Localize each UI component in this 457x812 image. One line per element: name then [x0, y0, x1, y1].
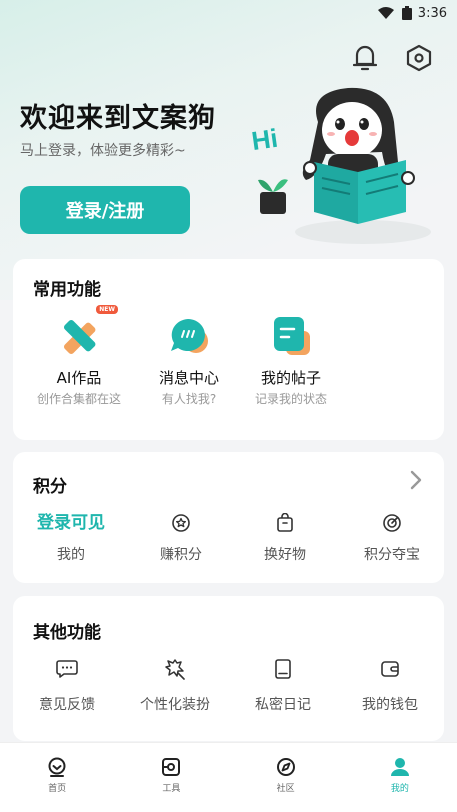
chat-bubble-icon: [168, 315, 210, 357]
nav-community[interactable]: 社区: [229, 743, 343, 812]
other-feedback[interactable]: 意见反馈: [13, 658, 121, 714]
points-label: 换好物: [264, 547, 306, 563]
points-earn[interactable]: 赚积分: [131, 512, 231, 564]
new-badge: NEW: [96, 305, 118, 314]
nav-profile[interactable]: 我的: [343, 743, 457, 812]
settings-button[interactable]: [405, 42, 433, 74]
tools-icon: [162, 758, 181, 776]
compass-icon: [276, 758, 295, 776]
chevron-right-icon[interactable]: [410, 470, 422, 490]
ruler-pencil-icon: NEW: [58, 305, 118, 357]
status-time: 3:36: [417, 5, 447, 21]
func-label: 消息中心: [158, 369, 219, 387]
star-coin-icon: [172, 514, 190, 532]
points-card: 积分 登录可见 我的 赚积分 换好物 积分夺宝: [13, 452, 444, 583]
other-functions-card: 其他功能 意见反馈 个性化装扮 私密日记 我的钱包: [13, 596, 444, 741]
nav-tools[interactable]: 工具: [114, 743, 228, 812]
points-value: 登录可见: [37, 513, 105, 533]
feedback-icon: [56, 660, 78, 678]
header-actions: [351, 42, 433, 74]
common-functions-card: 常用功能 NEW AI作品 创作合集都在这 消息中心 有人找我? 我的帖子 记录…: [13, 259, 444, 440]
other-label: 意见反馈: [39, 697, 95, 713]
points-title: 积分: [33, 477, 67, 497]
home-icon: [48, 757, 66, 777]
points-label: 赚积分: [160, 547, 202, 563]
mascot-illustration: Hi: [250, 87, 431, 244]
settings-hexagon-icon: [406, 44, 432, 72]
func-message-center[interactable]: 消息中心 有人找我?: [139, 315, 239, 407]
shopping-bag-icon: [277, 513, 293, 532]
other-label: 私密日记: [255, 697, 311, 713]
welcome-subtitle: 马上登录，体验更多精彩~: [20, 143, 186, 159]
func-desc: 创作合集都在这: [36, 392, 121, 406]
diary-icon: [275, 659, 291, 679]
post-icon: [270, 315, 312, 357]
wallet-icon: [381, 661, 399, 677]
common-functions-title: 常用功能: [33, 280, 101, 300]
status-bar: 3:36: [0, 0, 457, 26]
func-desc: 记录我的状态: [254, 392, 327, 406]
other-label: 我的钱包: [362, 697, 418, 713]
target-icon: [383, 514, 401, 532]
nav-label: 工具: [162, 784, 181, 794]
points-label: 积分夺宝: [364, 547, 420, 563]
bottom-nav: 首页 工具 社区 我的: [0, 742, 457, 812]
func-label: AI作品: [56, 369, 102, 387]
wifi-icon: [377, 7, 394, 19]
other-wallet[interactable]: 我的钱包: [336, 658, 444, 714]
battery-icon: [401, 6, 412, 20]
points-exchange[interactable]: 换好物: [235, 512, 335, 564]
login-register-button[interactable]: 登录/注册: [20, 186, 190, 234]
other-dress-up[interactable]: 个性化装扮: [121, 658, 229, 714]
notification-button[interactable]: [351, 42, 379, 74]
welcome-title: 欢迎来到文案狗: [20, 103, 216, 134]
other-label: 个性化装扮: [140, 697, 210, 713]
other-functions-title: 其他功能: [33, 623, 101, 643]
func-ai-works[interactable]: NEW AI作品 创作合集都在这: [29, 305, 129, 407]
points-treasure[interactable]: 积分夺宝: [342, 512, 442, 564]
func-label: 我的帖子: [260, 369, 321, 387]
points-mine[interactable]: 登录可见 我的: [21, 512, 121, 564]
nav-label: 首页: [48, 784, 67, 794]
nav-label: 我的: [390, 784, 409, 794]
func-desc: 有人找我?: [161, 392, 217, 406]
nav-home[interactable]: 首页: [0, 743, 114, 812]
points-label: 我的: [57, 547, 85, 563]
func-my-posts[interactable]: 我的帖子 记录我的状态: [241, 315, 341, 407]
nav-label: 社区: [276, 784, 295, 794]
profile-icon: [390, 758, 409, 776]
dress-up-icon: [165, 659, 185, 680]
bell-icon: [353, 45, 377, 71]
mascot-hi-text: Hi: [250, 123, 280, 156]
other-diary[interactable]: 私密日记: [229, 658, 337, 714]
